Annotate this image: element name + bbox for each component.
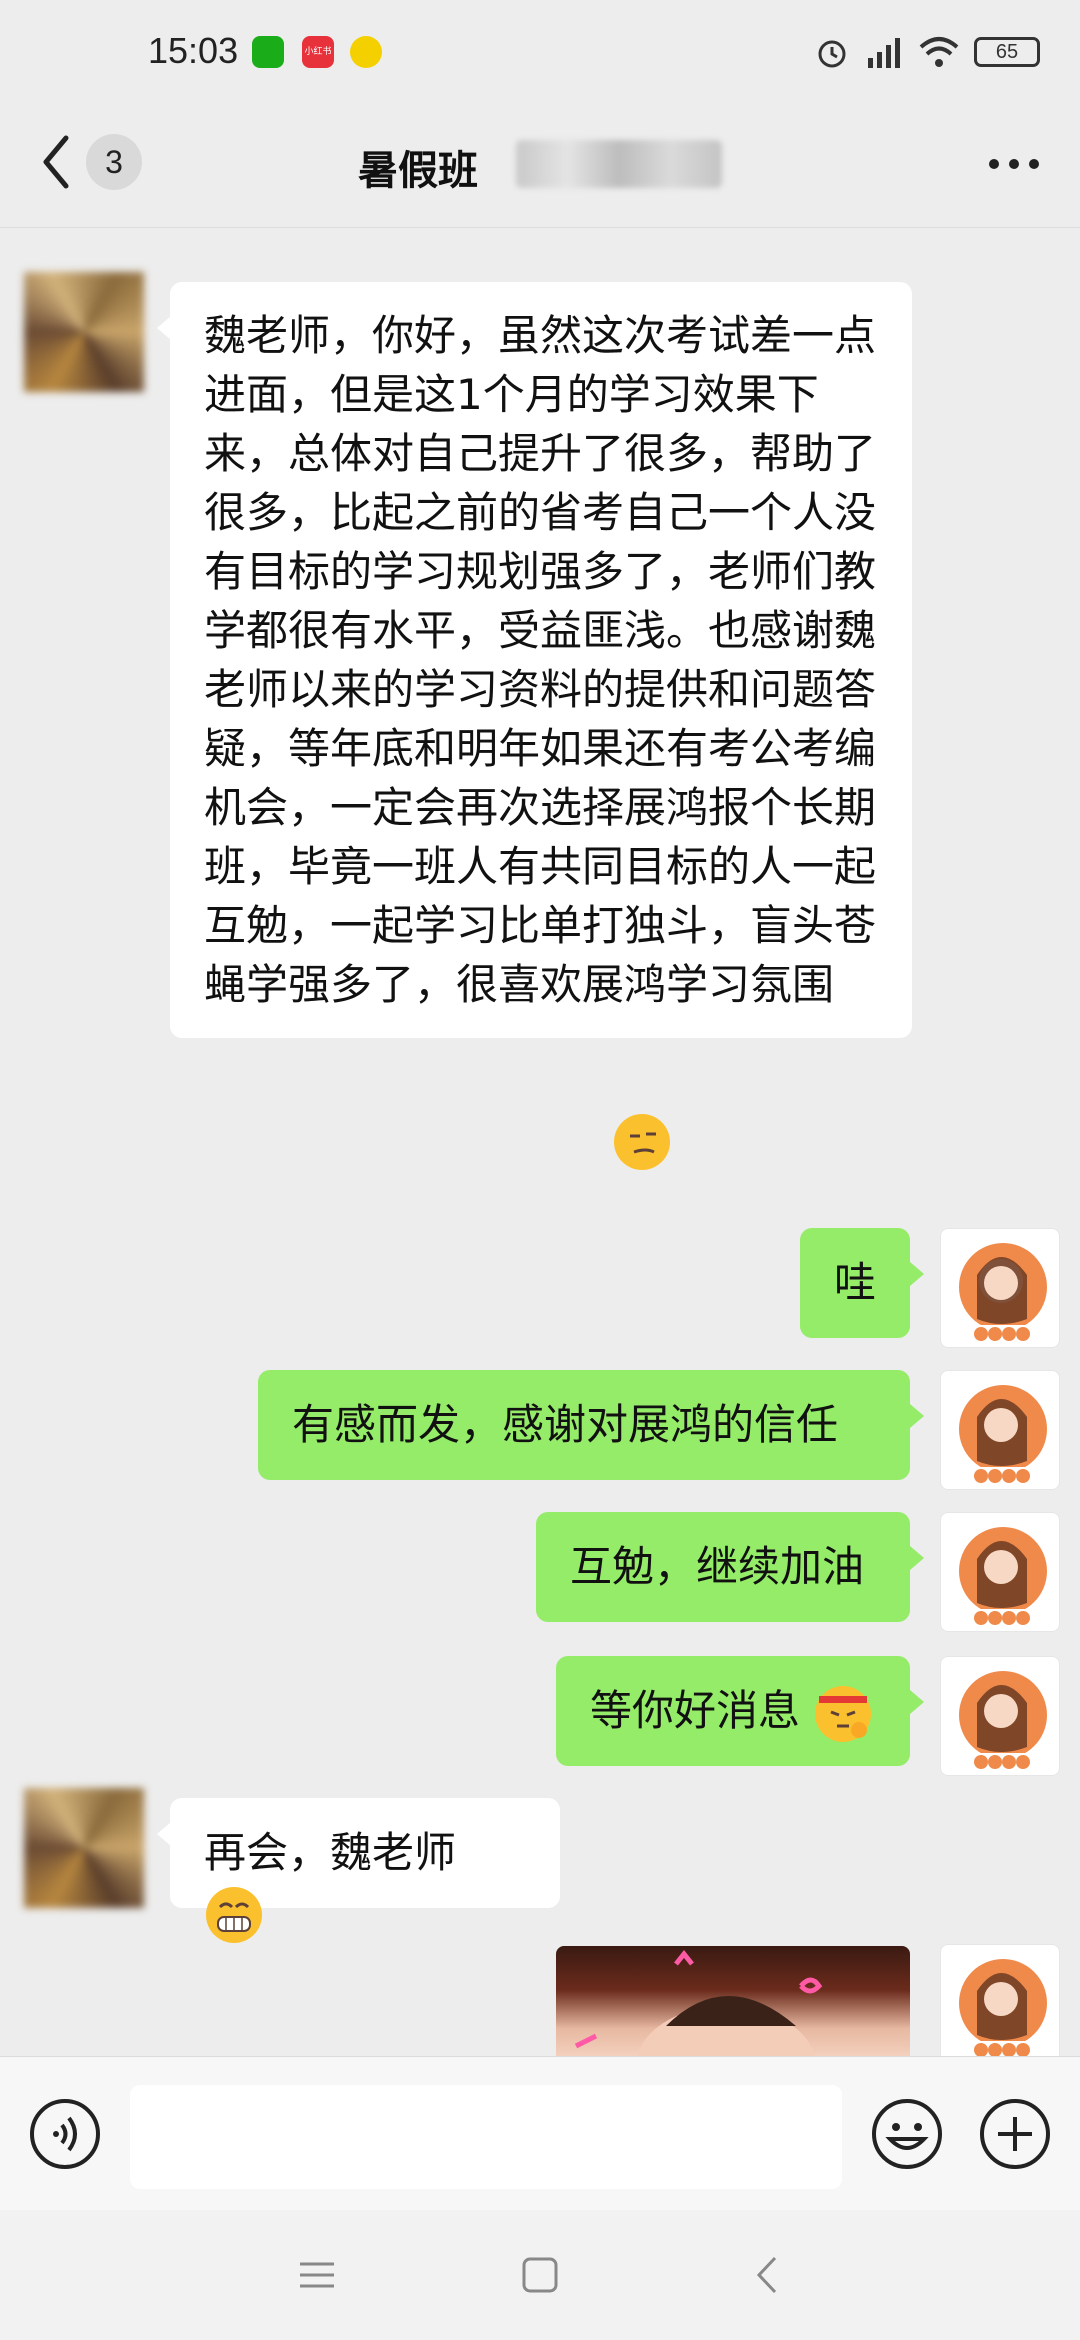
message-bubble[interactable]: 哇 [800, 1228, 910, 1338]
input-bar [0, 2056, 1080, 2210]
signal-icon [868, 38, 900, 68]
status-time: 15:03 [148, 30, 239, 71]
message-text: 魏老师，你好，虽然这次考试差一点进面，但是这1个月的学习效果下来，总体对自己提升… [204, 311, 877, 1009]
grin-emoji [206, 1886, 262, 1943]
fighting-emoji [815, 1685, 872, 1742]
wifi-icon [919, 37, 959, 67]
alarm-icon [818, 40, 846, 68]
message-text: 互勉，继续加油 [570, 1542, 865, 1591]
message-text: 等你好消息 [590, 1686, 801, 1735]
wechat-icon [252, 36, 284, 68]
message-input[interactable] [130, 2085, 842, 2189]
unread-count-badge[interactable]: 3 [86, 134, 142, 190]
avatar-teacher[interactable] [940, 1656, 1060, 1776]
voice-input-icon[interactable] [28, 2097, 102, 2171]
avatar-student[interactable] [24, 272, 144, 392]
menu-icon[interactable] [292, 2250, 342, 2300]
more-icon[interactable] [984, 144, 1044, 184]
message-bubble[interactable]: 互勉，继续加油 [536, 1512, 910, 1622]
weibo-icon [350, 36, 382, 68]
message-bubble[interactable]: 等你好消息 [556, 1656, 910, 1766]
status-icons: 65 [814, 32, 1040, 72]
avatar-student[interactable] [24, 1788, 144, 1908]
message-text: 有感而发，感谢对展鸿的信任 [292, 1400, 839, 1449]
message-bubble[interactable]: 魏老师，你好，虽然这次考试差一点进面，但是这1个月的学习效果下来，总体对自己提升… [170, 282, 912, 1038]
back-nav-icon[interactable] [743, 2250, 793, 2300]
chat-title: 暑假班 [358, 148, 478, 194]
status-bar: 15:03 小红书 65 [0, 0, 1080, 100]
avatar-teacher[interactable] [940, 1512, 1060, 1632]
image-message[interactable] [556, 1946, 910, 2056]
system-navigation-bar [0, 2210, 1080, 2340]
message-text: 哇 [833, 1258, 876, 1307]
plus-icon[interactable] [978, 2097, 1052, 2171]
title-blurred-text [516, 140, 722, 188]
message-bubble[interactable]: 有感而发，感谢对展鸿的信任 [258, 1370, 910, 1480]
avatar-teacher[interactable] [940, 1370, 1060, 1490]
message-bubble[interactable]: 再会，魏老师 [170, 1798, 560, 1943]
home-icon[interactable] [515, 2250, 565, 2300]
emoji-icon[interactable] [870, 2097, 944, 2171]
xiaohongshu-icon: 小红书 [302, 36, 334, 68]
message-text: 再会，魏老师 [204, 1828, 457, 1877]
battery-icon: 65 [974, 37, 1040, 67]
avatar-teacher[interactable] [940, 1944, 1060, 2064]
chat-header: 3 暑假班 [0, 100, 1080, 228]
avatar-teacher[interactable] [940, 1228, 1060, 1348]
smirk-emoji [614, 1114, 670, 1170]
